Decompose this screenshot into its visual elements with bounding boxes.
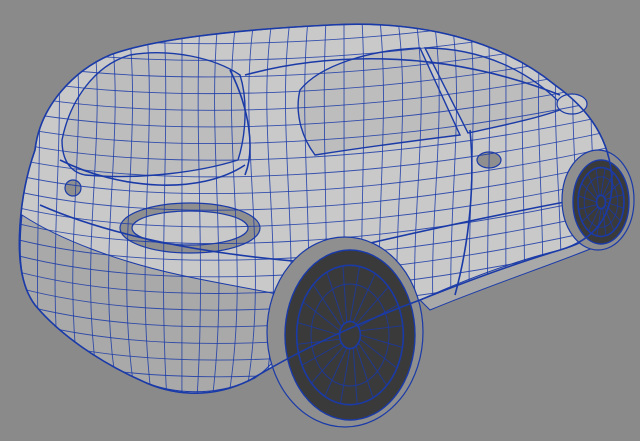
rear-emblem	[64, 179, 82, 197]
rear-wheel	[266, 236, 424, 428]
front-wheel	[561, 149, 635, 251]
car-wireframe-render[interactable]	[0, 0, 640, 441]
3d-viewport[interactable]	[0, 0, 640, 441]
side-mirror	[556, 93, 588, 115]
